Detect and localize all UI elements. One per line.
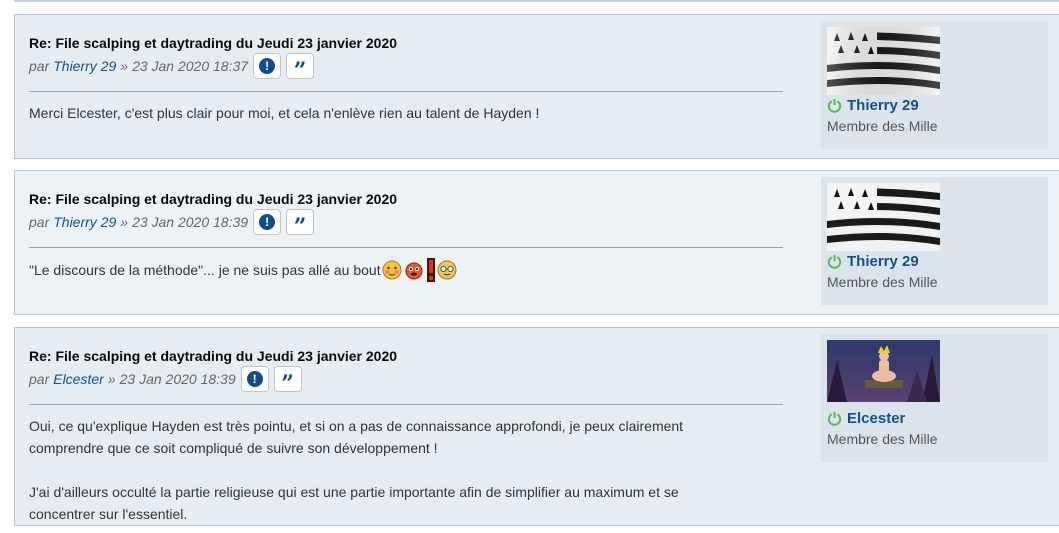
quote-button[interactable]: ” (286, 209, 315, 240)
content-separator (29, 247, 783, 248)
post-paragraph: "Le discours de la méthode"... je ne sui… (29, 258, 797, 282)
report-icon: ! (259, 214, 276, 230)
report-icon: ! (246, 371, 263, 387)
by-label: par (29, 214, 50, 230)
report-button[interactable]: ! (240, 366, 269, 392)
exclamation-smiley-icon (426, 258, 435, 282)
post-2: Re: File scalping et daytrading du Jeudi… (14, 170, 1059, 315)
post-time: 23 Jan 2020 18:37 (132, 58, 249, 74)
quote-button[interactable]: ” (273, 366, 302, 397)
by-label: par (29, 371, 50, 387)
meta-separator: » (120, 58, 129, 74)
post-3: Re: File scalping et daytrading du Jeudi… (14, 327, 1059, 526)
profile-username[interactable]: Thierry 29 (827, 95, 919, 115)
post-paragraph: J'ai d'ailleurs occulté la partie religi… (29, 484, 679, 522)
profile-username[interactable]: Thierry 29 (827, 251, 919, 271)
bouncing-smiley-icon (405, 262, 423, 280)
quote-icon: ” (281, 371, 294, 397)
post-profile: Thierry 29 Membre des Mille (821, 21, 1048, 149)
author-link[interactable]: Thierry 29 (53, 58, 116, 74)
post-time: 23 Jan 2020 18:39 (132, 214, 249, 230)
author-link[interactable]: Elcester (53, 371, 104, 387)
top-divider (14, 0, 1059, 2)
post-title[interactable]: Re: File scalping et daytrading du Jeudi… (29, 33, 797, 53)
profile-username-text[interactable]: Thierry 29 (847, 97, 919, 114)
post-1: Re: File scalping et daytrading du Jeudi… (14, 14, 1059, 159)
nerd-smiley-icon (437, 260, 457, 280)
content-separator (29, 91, 783, 92)
quote-icon: ” (293, 58, 307, 84)
report-button[interactable]: ! (253, 209, 282, 235)
breton-flag-icon[interactable] (827, 27, 940, 95)
blushing-smiley-icon (382, 260, 402, 280)
post-time: 23 Jan 2020 18:39 (119, 371, 236, 387)
post-content: "Le discours de la méthode"... je ne sui… (29, 258, 797, 282)
post-title[interactable]: Re: File scalping et daytrading du Jeudi… (29, 346, 797, 366)
online-status-icon (827, 98, 842, 113)
meta-separator: » (120, 214, 129, 230)
post-content: Oui, ce qu'explique Hayden est très poin… (29, 415, 739, 525)
profile-rank: Membre des Mille (827, 118, 938, 134)
content-separator (29, 404, 783, 405)
profile-username-text[interactable]: Thierry 29 (847, 253, 919, 270)
meta-separator: » (107, 371, 116, 387)
post-paragraph: Oui, ce qu'explique Hayden est très poin… (29, 418, 684, 456)
profile-rank: Membre des Mille (827, 431, 938, 447)
meditating-figure-avatar-icon[interactable] (827, 340, 940, 408)
breton-flag-icon[interactable] (827, 183, 940, 251)
report-button[interactable]: ! (253, 53, 282, 79)
report-icon: ! (259, 58, 276, 74)
post-paragraph-text: "Le discours de la méthode"... je ne sui… (29, 262, 381, 278)
post-title[interactable]: Re: File scalping et daytrading du Jeudi… (29, 189, 797, 209)
by-label: par (29, 58, 50, 74)
profile-username-text[interactable]: Elcester (847, 410, 905, 427)
profile-rank: Membre des Mille (827, 274, 938, 290)
post-profile: Thierry 29 Membre des Mille (821, 177, 1048, 305)
post-paragraph: Merci Elcester, c'est plus clair pour mo… (29, 105, 540, 121)
post-profile: Elcester Membre des Mille (821, 334, 1048, 462)
post-content: Merci Elcester, c'est plus clair pour mo… (29, 102, 797, 124)
post-meta: par Elcester » 23 Jan 2020 18:39 ! ” (29, 366, 797, 397)
author-link[interactable]: Thierry 29 (53, 214, 116, 230)
post-meta: par Thierry 29 » 23 Jan 2020 18:39 ! ” (29, 209, 797, 240)
post-meta: par Thierry 29 » 23 Jan 2020 18:37 ! ” (29, 53, 797, 84)
profile-username[interactable]: Elcester (827, 408, 905, 428)
quote-icon: ” (293, 214, 307, 240)
online-status-icon (827, 411, 842, 426)
quote-button[interactable]: ” (286, 53, 315, 84)
online-status-icon (827, 254, 842, 269)
